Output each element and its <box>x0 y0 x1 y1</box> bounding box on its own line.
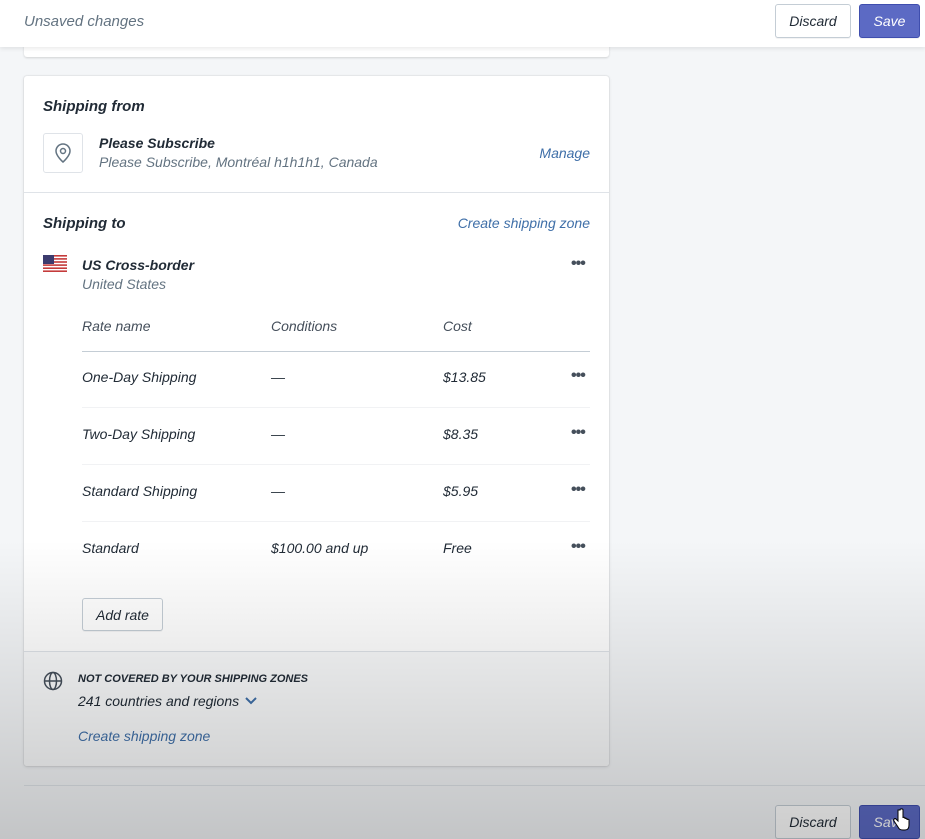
divider <box>24 192 609 193</box>
discard-button[interactable]: Discard <box>775 4 851 38</box>
rate-more-actions-icon[interactable]: ••• <box>571 367 586 385</box>
unsaved-changes-title: Unsaved changes <box>24 13 145 30</box>
rate-name: Standard Shipping <box>82 483 198 499</box>
discard-button-bottom[interactable]: Discard <box>775 805 851 839</box>
zone-more-actions-icon[interactable]: ••• <box>571 255 586 273</box>
save-button-bottom[interactable]: Save <box>859 805 920 839</box>
rate-conditions: — <box>271 483 285 499</box>
zone-country: United States <box>82 276 167 292</box>
shipping-from-heading: Shipping from <box>43 98 145 115</box>
rate-conditions: $100.00 and up <box>271 540 369 556</box>
rate-more-actions-icon[interactable]: ••• <box>571 481 586 499</box>
not-covered-section: NOT COVERED BY YOUR SHIPPING ZONES 241 c… <box>24 651 609 766</box>
countries-count: 241 countries and regions <box>78 693 240 709</box>
create-shipping-zone-link[interactable]: Create shipping zone <box>458 215 590 231</box>
shipping-to-heading: Shipping to <box>43 215 126 232</box>
rate-cost: Free <box>443 540 472 556</box>
unsaved-changes-bar: Unsaved changes Discard Save <box>0 0 925 47</box>
column-header-cost: Cost <box>443 318 472 334</box>
column-header-rate-name: Rate name <box>82 318 151 334</box>
rate-row: Two-Day Shipping — $8.35 ••• <box>82 408 590 465</box>
zone-name: US Cross-border <box>82 257 195 273</box>
rate-name: One-Day Shipping <box>82 369 197 385</box>
location-address: Please Subscribe, Montréal h1h1h1, Canad… <box>99 154 378 170</box>
add-rate-button[interactable]: Add rate <box>82 598 163 631</box>
rate-more-actions-icon[interactable]: ••• <box>571 538 586 556</box>
rate-name: Standard <box>82 540 139 556</box>
globe-icon <box>43 671 63 691</box>
rate-row: Standard $100.00 and up Free ••• <box>82 522 590 579</box>
rate-conditions: — <box>271 369 285 385</box>
column-header-conditions: Conditions <box>271 318 338 334</box>
location-pin-icon <box>43 133 83 173</box>
rate-more-actions-icon[interactable]: ••• <box>571 424 586 442</box>
rate-cost: $8.35 <box>443 426 479 442</box>
chevron-down-icon <box>245 697 257 705</box>
rate-cost: $5.95 <box>443 483 479 499</box>
us-flag-icon <box>43 255 67 272</box>
rate-row: Standard Shipping — $5.95 ••• <box>82 465 590 522</box>
location-name: Please Subscribe <box>99 135 215 151</box>
hand-cursor-icon <box>893 808 910 831</box>
rate-row: One-Day Shipping — $13.85 ••• <box>82 351 590 408</box>
rate-conditions: — <box>271 426 285 442</box>
save-button[interactable]: Save <box>859 4 920 38</box>
rate-name: Two-Day Shipping <box>82 426 196 442</box>
create-shipping-zone-link-footer[interactable]: Create shipping zone <box>78 728 210 744</box>
manage-link[interactable]: Manage <box>539 145 590 161</box>
not-covered-heading: NOT COVERED BY YOUR SHIPPING ZONES <box>78 673 309 685</box>
rate-cost: $13.85 <box>443 369 486 385</box>
bottom-divider <box>24 785 925 786</box>
countries-toggle[interactable]: 241 countries and regions <box>78 693 257 709</box>
